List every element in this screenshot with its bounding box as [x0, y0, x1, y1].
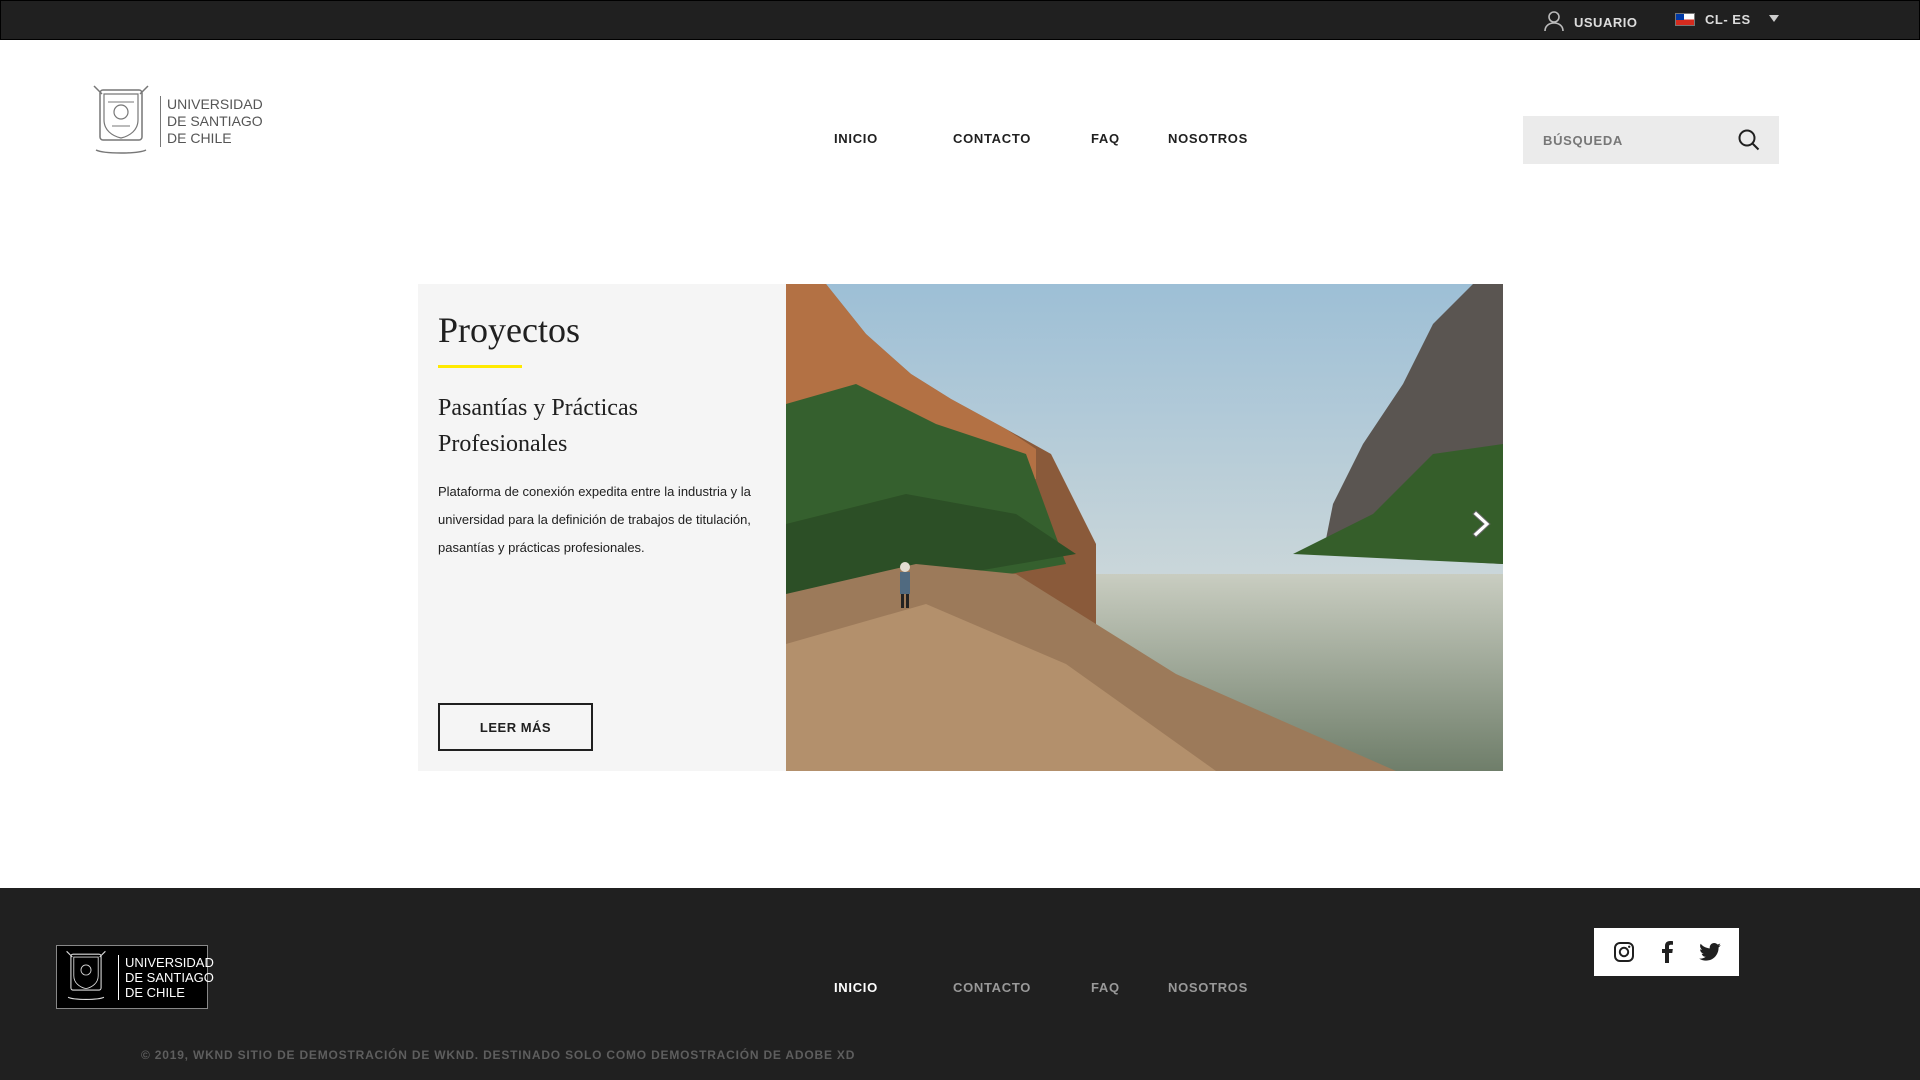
chile-flag-icon — [1675, 13, 1695, 26]
landscape-image — [786, 284, 1503, 771]
user-menu[interactable]: USUARIO — [1544, 10, 1637, 35]
footer-nav-nosotros[interactable]: NOSOTROS — [1168, 980, 1248, 995]
footer-university-logo[interactable]: UNIVERSIDAD DE SANTIAGO DE CHILE — [56, 945, 214, 1009]
twitter-icon[interactable] — [1698, 943, 1721, 961]
instagram-icon[interactable] — [1613, 941, 1635, 963]
chevron-down-icon[interactable] — [1769, 15, 1779, 22]
university-logo[interactable]: UNIVERSIDAD DE SANTIAGO DE CHILE — [90, 80, 263, 163]
card-title: Proyectos — [438, 310, 580, 350]
search-input[interactable] — [1543, 132, 1733, 148]
nav-item-inicio[interactable]: INICIO — [834, 131, 878, 146]
card-subtitle: Pasantías y Prácticas Profesionales — [438, 395, 638, 457]
search-box — [1523, 116, 1779, 164]
card-text-panel: Proyectos Pasantías y Prácticas Profesio… — [418, 284, 786, 771]
footer-logo-line-3: DE CHILE — [125, 984, 185, 1000]
university-crest-icon — [90, 80, 152, 163]
carousel-next-arrow-icon[interactable] — [1471, 508, 1495, 545]
footer-nav-inicio[interactable]: INICIO — [834, 980, 878, 995]
logo-line-3: DE CHILE — [167, 130, 232, 146]
logo-line-2: DE SANTIAGO — [167, 113, 263, 129]
social-links — [1594, 928, 1739, 976]
card-description: Plataforma de conexión expedita entre la… — [438, 484, 751, 555]
top-bar: USUARIO CL- ES — [0, 0, 1920, 40]
project-carousel: Proyectos Pasantías y Prácticas Profesio… — [418, 284, 1503, 771]
logo-line-1: UNIVERSIDAD — [167, 96, 263, 112]
nav-item-contacto[interactable]: CONTACTO — [953, 131, 1031, 146]
nav-item-nosotros[interactable]: NOSOTROS — [1168, 131, 1248, 146]
footer-nav-faq[interactable]: FAQ — [1091, 980, 1120, 995]
user-label: USUARIO — [1574, 15, 1638, 30]
footer-logo-line-2: DE SANTIAGO — [125, 969, 214, 985]
footer-university-name: UNIVERSIDAD DE SANTIAGO DE CHILE — [118, 954, 214, 1000]
footer-logo-line-1: UNIVERSIDAD — [125, 954, 214, 970]
footer: UNIVERSIDAD DE SANTIAGO DE CHILE INICIO … — [0, 888, 1920, 1080]
language-selector[interactable]: CL- ES — [1675, 12, 1751, 27]
title-underline — [438, 365, 522, 368]
facebook-icon[interactable] — [1660, 941, 1674, 963]
university-name: UNIVERSIDAD DE SANTIAGO DE CHILE — [160, 96, 263, 147]
nav-item-faq[interactable]: FAQ — [1091, 131, 1120, 146]
user-icon — [1544, 10, 1564, 35]
search-icon[interactable] — [1737, 128, 1761, 157]
footer-nav-contacto[interactable]: CONTACTO — [953, 980, 1031, 995]
university-crest-icon — [60, 947, 112, 1008]
copyright-text: © 2019, WKND SITIO DE DEMOSTRACIÓN DE WK… — [141, 1048, 856, 1062]
read-more-button[interactable]: LEER MÁS — [438, 703, 593, 751]
language-label: CL- ES — [1705, 12, 1751, 27]
